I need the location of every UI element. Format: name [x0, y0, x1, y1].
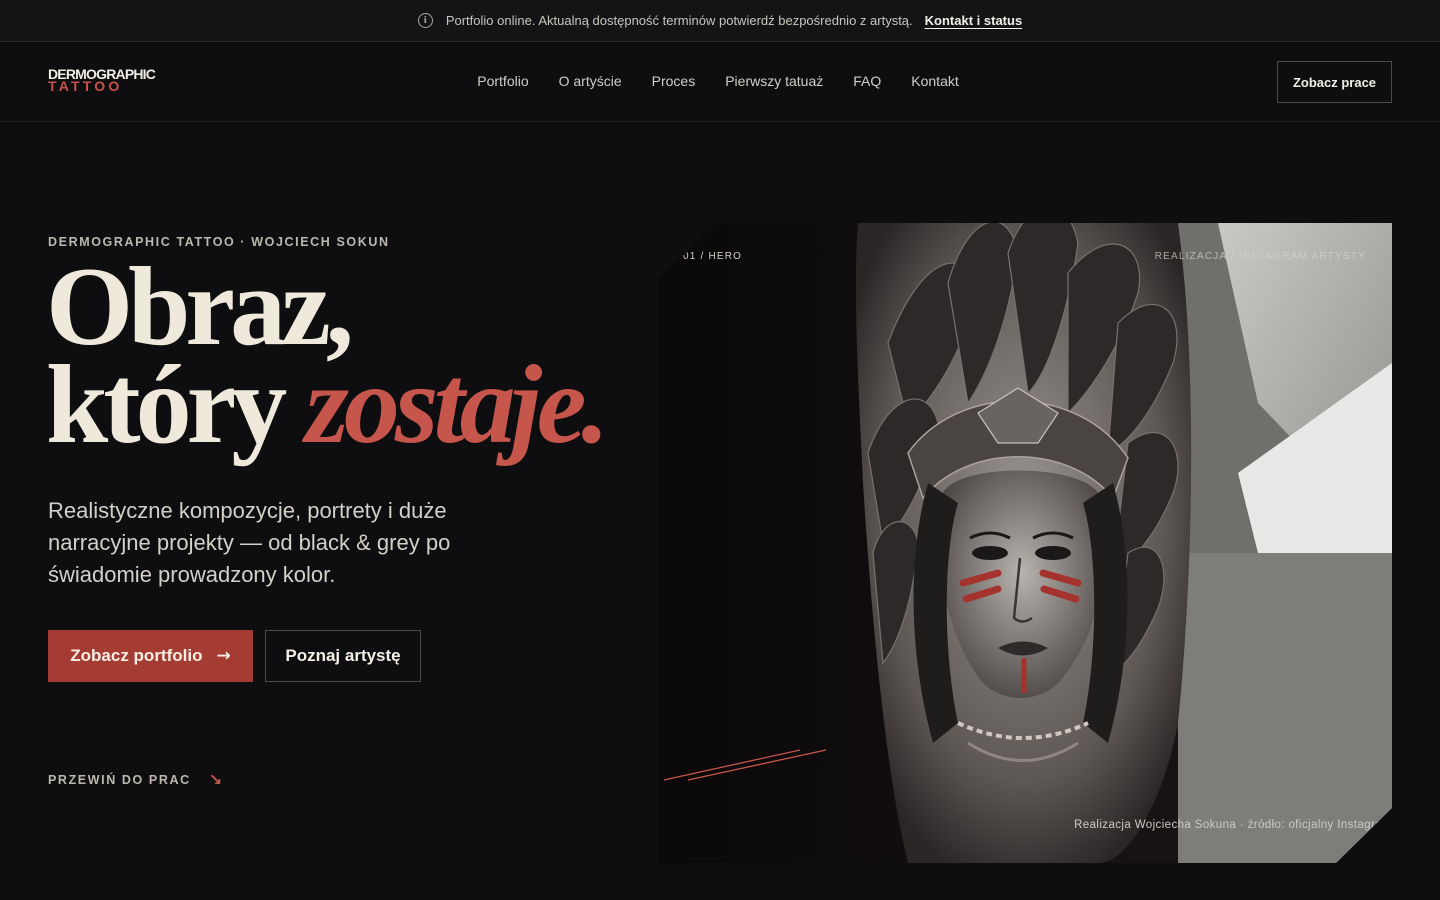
- media-index-tag: 01 / HERO: [683, 251, 743, 262]
- see-portfolio-label: Zobacz portfolio: [70, 646, 203, 665]
- headline-line-2: który: [46, 343, 287, 467]
- announcement-text: Portfolio online. Aktualną dostępność te…: [445, 13, 913, 28]
- see-portfolio-button[interactable]: Zobacz portfolio →: [48, 630, 253, 682]
- nav-item-faq[interactable]: FAQ: [853, 73, 881, 89]
- nav-item-process[interactable]: Proces: [652, 73, 696, 89]
- see-works-button[interactable]: Zobacz prace: [1277, 61, 1392, 103]
- main-nav: Portfolio O artyście Proces Pierwszy tat…: [0, 73, 1440, 89]
- info-icon: i: [417, 13, 433, 28]
- media-source-tag: REALIZACJA / INSTAGRAM ARTYSTY: [1154, 251, 1366, 262]
- announcement-bar: i Portfolio online. Aktualną dostępność …: [0, 0, 1440, 42]
- hero-headline: Obraz, który zostaje.: [46, 251, 609, 461]
- meet-artist-button[interactable]: Poznaj artystę: [265, 630, 421, 682]
- nav-item-portfolio[interactable]: Portfolio: [477, 73, 528, 89]
- contact-status-link[interactable]: Kontakt i status: [925, 13, 1023, 28]
- hero-lede: Realistyczne kompozycje, portrety i duże…: [48, 498, 451, 587]
- nav-item-contact[interactable]: Kontakt: [911, 73, 958, 89]
- arrow-down-right-icon: ↘: [208, 770, 224, 789]
- site-header: DERMOGRAPHIC TATTOO Portfolio O artyście…: [0, 43, 1440, 122]
- arrow-right-icon: →: [216, 646, 231, 666]
- headline-accent-word: zostaje.: [305, 343, 609, 467]
- hero-image-frame: 01 / HERO REALIZACJA / INSTAGRAM ARTYSTY…: [658, 223, 1392, 863]
- tattoo-photo: [658, 223, 1392, 863]
- nav-item-about[interactable]: O artyście: [559, 73, 622, 89]
- media-caption: Realizacja Wojciecha Sokuna · źródło: of…: [1074, 819, 1392, 831]
- scroll-label: PRZEWIŃ DO PRAC: [48, 772, 191, 787]
- nav-item-first-tattoo[interactable]: Pierwszy tatuaż: [725, 73, 823, 89]
- scroll-to-works-link[interactable]: PRZEWIŃ DO PRAC ↘: [48, 770, 224, 789]
